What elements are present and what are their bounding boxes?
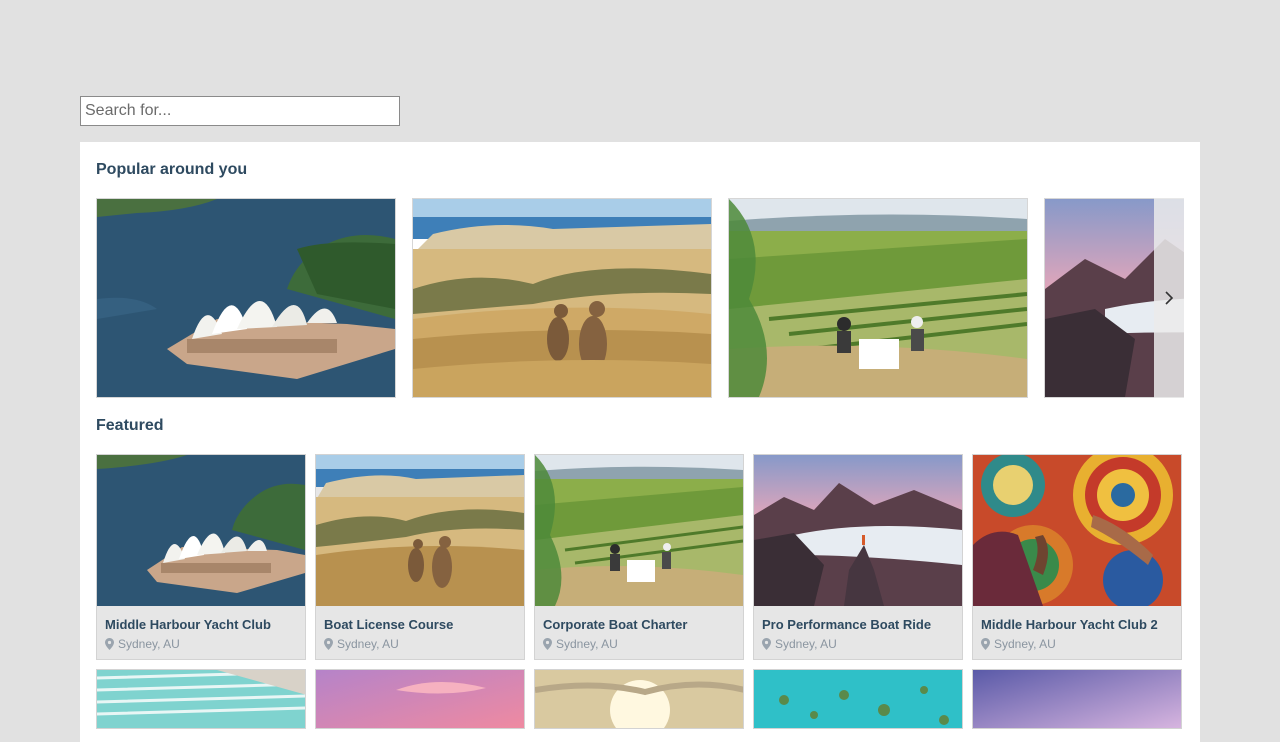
featured-card-image — [754, 455, 962, 606]
purple-sky-image — [973, 670, 1181, 728]
featured-card-image — [97, 455, 305, 606]
map-pin-icon — [324, 638, 333, 650]
kangaroos-image — [413, 199, 711, 397]
featured-card-location-text: Sydney, AU — [775, 637, 837, 651]
featured-card-row2-pink-sky[interactable] — [315, 669, 525, 729]
featured-card-image — [535, 455, 743, 606]
featured-card[interactable]: Pro Performance Boat Ride Sydney, AU — [753, 454, 963, 660]
popular-card-opera-house[interactable] — [96, 198, 396, 398]
featured-section-title: Featured — [96, 417, 164, 434]
featured-card-location: Sydney, AU — [543, 637, 618, 651]
featured-card-title: Pro Performance Boat Ride — [762, 617, 932, 632]
featured-card[interactable]: Middle Harbour Yacht Club 2 Sydney, AU — [972, 454, 1182, 660]
map-pin-icon — [543, 638, 552, 650]
featured-card-title: Boat License Course — [324, 617, 454, 632]
sunset-image — [535, 670, 743, 728]
featured-card[interactable]: Corporate Boat Charter Sydney, AU — [534, 454, 744, 660]
featured-card-location: Sydney, AU — [105, 637, 180, 651]
map-pin-icon — [105, 638, 114, 650]
featured-card-location-text: Sydney, AU — [337, 637, 399, 651]
vineyard-image — [729, 199, 1027, 397]
map-pin-icon — [762, 638, 771, 650]
featured-card-location: Sydney, AU — [981, 637, 1056, 651]
map-pin-icon — [981, 638, 990, 650]
opera-house-image — [97, 199, 395, 397]
featured-card-location: Sydney, AU — [762, 637, 837, 651]
featured-card-title: Corporate Boat Charter — [543, 617, 688, 632]
featured-card-image — [973, 455, 1181, 606]
reef-image — [754, 670, 962, 728]
popular-section-title: Popular around you — [96, 161, 248, 178]
featured-card-location-text: Sydney, AU — [994, 637, 1056, 651]
chevron-right-icon — [1165, 291, 1174, 305]
carousel-next-button[interactable] — [1154, 198, 1184, 398]
featured-card[interactable]: Middle Harbour Yacht Club Sydney, AU — [96, 454, 306, 660]
popular-carousel — [96, 198, 1184, 398]
featured-card-title: Middle Harbour Yacht Club — [105, 617, 271, 632]
featured-card-location-text: Sydney, AU — [556, 637, 618, 651]
pink-sky-image — [316, 670, 524, 728]
featured-card-image — [316, 455, 524, 606]
featured-card-title: Middle Harbour Yacht Club 2 — [981, 617, 1158, 632]
featured-card-row2-sunset[interactable] — [534, 669, 744, 729]
search-input[interactable] — [80, 96, 400, 126]
featured-card-row2-purple-sky[interactable] — [972, 669, 1182, 729]
pool-image — [97, 670, 305, 728]
popular-card-kangaroos[interactable] — [412, 198, 712, 398]
content-panel: Popular around you Featured Middle Harbo… — [80, 142, 1200, 742]
featured-card-location: Sydney, AU — [324, 637, 399, 651]
featured-card-location-text: Sydney, AU — [118, 637, 180, 651]
popular-card-vineyard[interactable] — [728, 198, 1028, 398]
featured-card-row2-pool[interactable] — [96, 669, 306, 729]
featured-card-row2-reef[interactable] — [753, 669, 963, 729]
featured-card[interactable]: Boat License Course Sydney, AU — [315, 454, 525, 660]
